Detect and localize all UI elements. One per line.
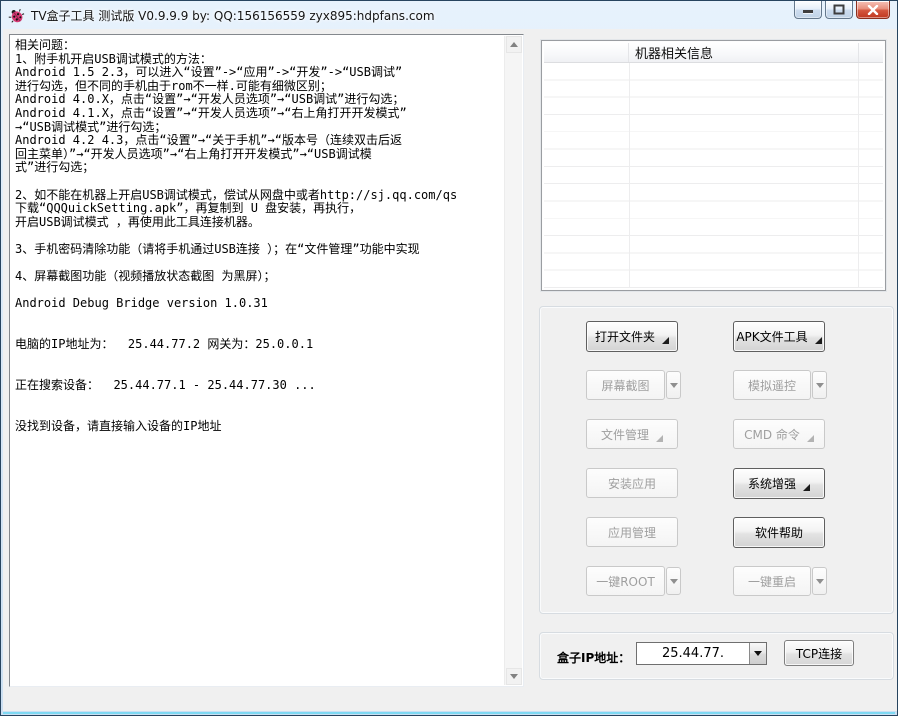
machine-info-body	[544, 63, 883, 288]
scroll-down-button[interactable]	[506, 668, 522, 685]
close-button[interactable]	[856, 1, 890, 19]
dropdown-arrow-icon	[670, 579, 678, 584]
dropdown-arrow-icon	[670, 383, 678, 388]
maximize-button[interactable]	[825, 1, 853, 19]
scroll-up-button[interactable]	[506, 36, 522, 53]
open-folder-button[interactable]: 打开文件夹	[586, 321, 678, 352]
ip-input[interactable]	[637, 643, 749, 664]
menu-corner-icon	[656, 435, 663, 442]
system-enhance-button[interactable]: 系统增强	[733, 468, 825, 499]
one-key-reboot-button: 一键重启	[733, 566, 811, 596]
ladybug-app-icon	[8, 7, 25, 24]
maximize-icon	[833, 4, 845, 15]
window-title: TV盒子工具 测试版 V0.9.9.9 by: QQ:156156559 zyx…	[31, 7, 435, 24]
dropdown-arrow-icon	[816, 579, 824, 584]
file-manager-button: 文件管理	[586, 419, 678, 449]
menu-corner-icon	[662, 337, 669, 344]
menu-corner-icon	[803, 484, 810, 491]
apk-tool-button[interactable]: APK文件工具	[733, 321, 825, 352]
client-area: 相关问题： 1、附手机开启USB调试模式的方法： Android 1.5 2.3…	[3, 29, 897, 711]
column-divider	[858, 63, 859, 288]
help-log-text[interactable]: 相关问题： 1、附手机开启USB调试模式的方法： Android 1.5 2.3…	[11, 36, 504, 685]
down-arrow-icon	[510, 674, 518, 679]
minimize-icon	[802, 5, 814, 15]
machine-info-header-col1	[544, 43, 629, 62]
install-app-button: 安装应用	[586, 468, 678, 498]
screenshot-dropdown-button	[666, 371, 681, 399]
tcp-connect-button[interactable]: TCP连接	[784, 640, 854, 666]
log-scrollbar[interactable]	[504, 36, 522, 685]
dropdown-arrow-icon	[816, 383, 824, 388]
remote-dropdown-button	[812, 371, 827, 399]
close-icon	[867, 5, 879, 15]
software-help-button[interactable]: 软件帮助	[733, 517, 825, 548]
machine-info-header: 机器相关信息	[544, 43, 883, 63]
reboot-dropdown-button	[812, 567, 827, 595]
app-window: TV盒子工具 测试版 V0.9.9.9 by: QQ:156156559 zyx…	[0, 0, 898, 716]
root-dropdown-button	[666, 567, 681, 595]
box-ip-label: 盒子IP地址：	[557, 649, 630, 666]
menu-corner-icon	[807, 435, 814, 442]
up-arrow-icon	[510, 42, 518, 47]
machine-info-header-col3	[859, 43, 883, 62]
screenshot-button: 屏幕截图	[586, 370, 665, 400]
machine-info-header-label: 机器相关信息	[629, 43, 859, 62]
ip-combobox	[636, 642, 767, 665]
cmd-button: CMD 命令	[733, 419, 825, 449]
combo-dropdown-button[interactable]	[749, 643, 766, 664]
menu-corner-icon	[815, 337, 822, 344]
combo-arrow-icon	[754, 651, 762, 656]
titlebar[interactable]: TV盒子工具 测试版 V0.9.9.9 by: QQ:156156559 zyx…	[1, 1, 897, 29]
one-key-root-button: 一键ROOT	[586, 566, 665, 596]
help-log-box: 相关问题： 1、附手机开启USB调试模式的方法： Android 1.5 2.3…	[9, 34, 524, 687]
column-divider	[629, 63, 630, 288]
simulate-remote-button: 模拟遥控	[733, 370, 811, 400]
minimize-button[interactable]	[794, 1, 822, 19]
app-manager-button: 应用管理	[586, 517, 678, 547]
machine-info-listview: 机器相关信息	[541, 40, 886, 291]
window-controls	[794, 1, 890, 19]
